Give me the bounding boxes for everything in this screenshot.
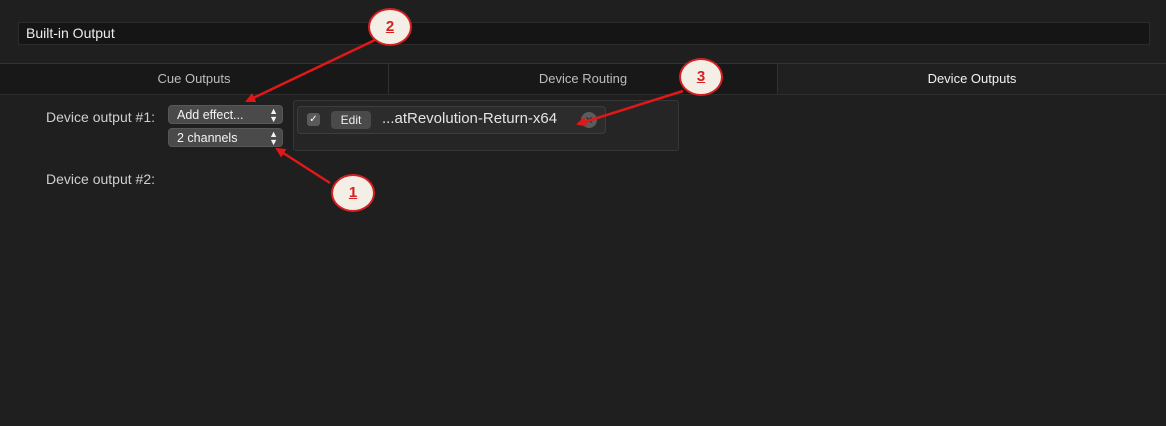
arrow-2	[245, 38, 376, 103]
arrow-3	[576, 89, 684, 127]
callout-2: 2	[368, 8, 412, 46]
annotation-arrows	[245, 38, 684, 185]
callout-1: 1	[331, 174, 375, 212]
arrow-1	[275, 147, 331, 185]
callout-3: 3	[679, 58, 723, 96]
